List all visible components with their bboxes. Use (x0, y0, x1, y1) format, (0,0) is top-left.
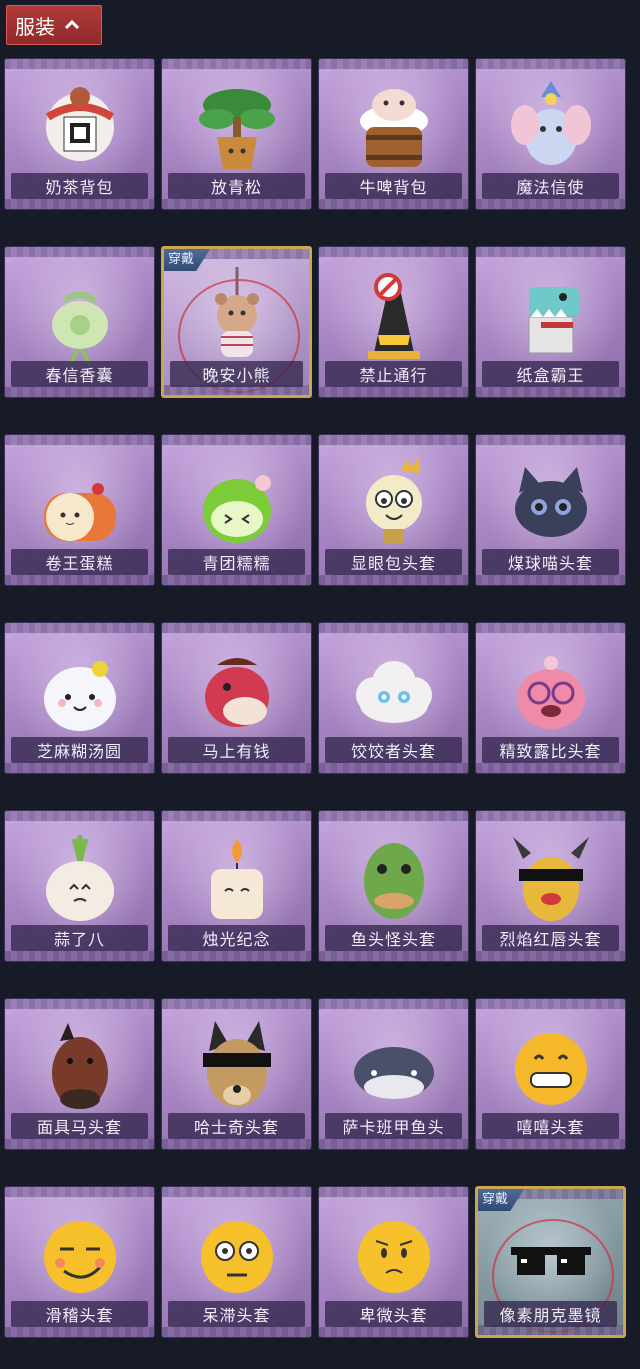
item-card[interactable]: 嘻嘻头套 (475, 998, 626, 1150)
item-card[interactable]: 精致露比头套 (475, 622, 626, 774)
pine-tree-icon (187, 77, 287, 177)
item-card[interactable]: 蒜了八 (4, 810, 155, 962)
item-label: 马上有钱 (168, 737, 305, 763)
item-card[interactable]: 穿戴 晚安小熊 (161, 246, 312, 398)
item-label: 奶茶背包 (11, 173, 148, 199)
category-tab-clothing[interactable]: 服装 (6, 5, 102, 45)
rice-dumpling-icon (30, 641, 130, 741)
milk-tea-backpack-icon (30, 77, 130, 177)
item-card[interactable]: 显眼包头套 (318, 434, 469, 586)
item-label: 牛啤背包 (325, 173, 462, 199)
red-horse-icon (187, 641, 287, 741)
item-card[interactable]: 穿戴 像素朋克墨镜 (475, 1186, 626, 1338)
item-card[interactable]: 马上有钱 (161, 622, 312, 774)
pink-beaver-icon (501, 641, 601, 741)
item-card[interactable]: 萨卡班甲鱼头 (318, 998, 469, 1150)
item-card[interactable]: 滑稽头套 (4, 1186, 155, 1338)
item-card[interactable]: 芝麻糊汤圆 (4, 622, 155, 774)
husky-mask-icon (187, 1017, 287, 1117)
item-card[interactable]: 魔法信使 (475, 58, 626, 210)
item-label: 芝麻糊汤圆 (11, 737, 148, 763)
item-card[interactable]: 青团糯糯 (161, 434, 312, 586)
grin-emoji-icon (501, 1017, 601, 1117)
dumpling-cloud-icon (344, 641, 444, 741)
cow-beer-backpack-icon (344, 77, 444, 177)
item-label: 嘻嘻头套 (482, 1113, 619, 1139)
bear-keychain-icon (187, 267, 287, 367)
green-rice-ball-icon (187, 453, 287, 553)
chevron-up-icon (65, 20, 79, 30)
cardboard-dino-icon (501, 265, 601, 365)
smirk-emoji-icon (30, 1205, 130, 1305)
item-label: 烈焰红唇头套 (482, 925, 619, 951)
item-label: 煤球喵头套 (482, 549, 619, 575)
item-label: 呆滞头套 (168, 1301, 305, 1327)
item-label: 面具马头套 (11, 1113, 148, 1139)
item-card[interactable]: 春信香囊 (4, 246, 155, 398)
item-card[interactable]: 卑微头套 (318, 1186, 469, 1338)
item-label: 鱼头怪头套 (325, 925, 462, 951)
magic-elephant-icon (501, 77, 601, 177)
item-card[interactable]: 哈士奇头套 (161, 998, 312, 1150)
item-card[interactable]: 烛光纪念 (161, 810, 312, 962)
garlic-icon (30, 829, 130, 929)
item-label: 青团糯糯 (168, 549, 305, 575)
item-label: 像素朋克墨镜 (484, 1301, 617, 1327)
sacabambaspis-icon (344, 1017, 444, 1117)
item-card[interactable]: 面具马头套 (4, 998, 155, 1150)
item-label: 显眼包头套 (325, 549, 462, 575)
item-card[interactable]: 禁止通行 (318, 246, 469, 398)
item-label: 晚安小熊 (170, 361, 303, 387)
item-label: 魔法信使 (482, 173, 619, 199)
item-label: 滑稽头套 (11, 1301, 148, 1327)
item-grid: 奶茶背包 放青松 牛啤背包 魔法信使春信香囊 穿戴 晚安小熊 禁止通行 纸盒霸王卷王蛋糕 青团糯… (4, 58, 636, 1338)
fish-mask-icon (344, 829, 444, 929)
item-card[interactable]: 呆滞头套 (161, 1186, 312, 1338)
item-card[interactable]: 卷王蛋糕 (4, 434, 155, 586)
black-cat-head-icon (501, 453, 601, 553)
category-tab-label: 服装 (15, 14, 55, 39)
candle-icon (187, 829, 287, 929)
item-label: 哈士奇头套 (168, 1113, 305, 1139)
horse-mask-icon (30, 1017, 130, 1117)
item-card[interactable]: 煤球喵头套 (475, 434, 626, 586)
item-card[interactable]: 鱼头怪头套 (318, 810, 469, 962)
bulb-head-icon (344, 453, 444, 553)
pixel-sunglasses-icon (501, 1207, 601, 1307)
item-card[interactable]: 烈焰红唇头套 (475, 810, 626, 962)
humble-emoji-icon (344, 1205, 444, 1305)
item-label: 饺饺者头套 (325, 737, 462, 763)
item-card[interactable]: 牛啤背包 (318, 58, 469, 210)
item-label: 禁止通行 (325, 361, 462, 387)
roll-cake-icon (30, 453, 130, 553)
no-entry-cone-icon (344, 265, 444, 365)
item-card[interactable]: 奶茶背包 (4, 58, 155, 210)
item-card[interactable]: 饺饺者头套 (318, 622, 469, 774)
item-label: 卑微头套 (325, 1301, 462, 1327)
item-label: 精致露比头套 (482, 737, 619, 763)
item-label: 卷王蛋糕 (11, 549, 148, 575)
item-card[interactable]: 放青松 (161, 58, 312, 210)
item-label: 萨卡班甲鱼头 (325, 1113, 462, 1139)
item-card[interactable]: 纸盒霸王 (475, 246, 626, 398)
item-label: 烛光纪念 (168, 925, 305, 951)
item-label: 春信香囊 (11, 361, 148, 387)
item-label: 放青松 (168, 173, 305, 199)
item-label: 纸盒霸王 (482, 361, 619, 387)
item-label: 蒜了八 (11, 925, 148, 951)
red-lips-mask-icon (501, 829, 601, 929)
stare-emoji-icon (187, 1205, 287, 1305)
sachet-icon (30, 265, 130, 365)
